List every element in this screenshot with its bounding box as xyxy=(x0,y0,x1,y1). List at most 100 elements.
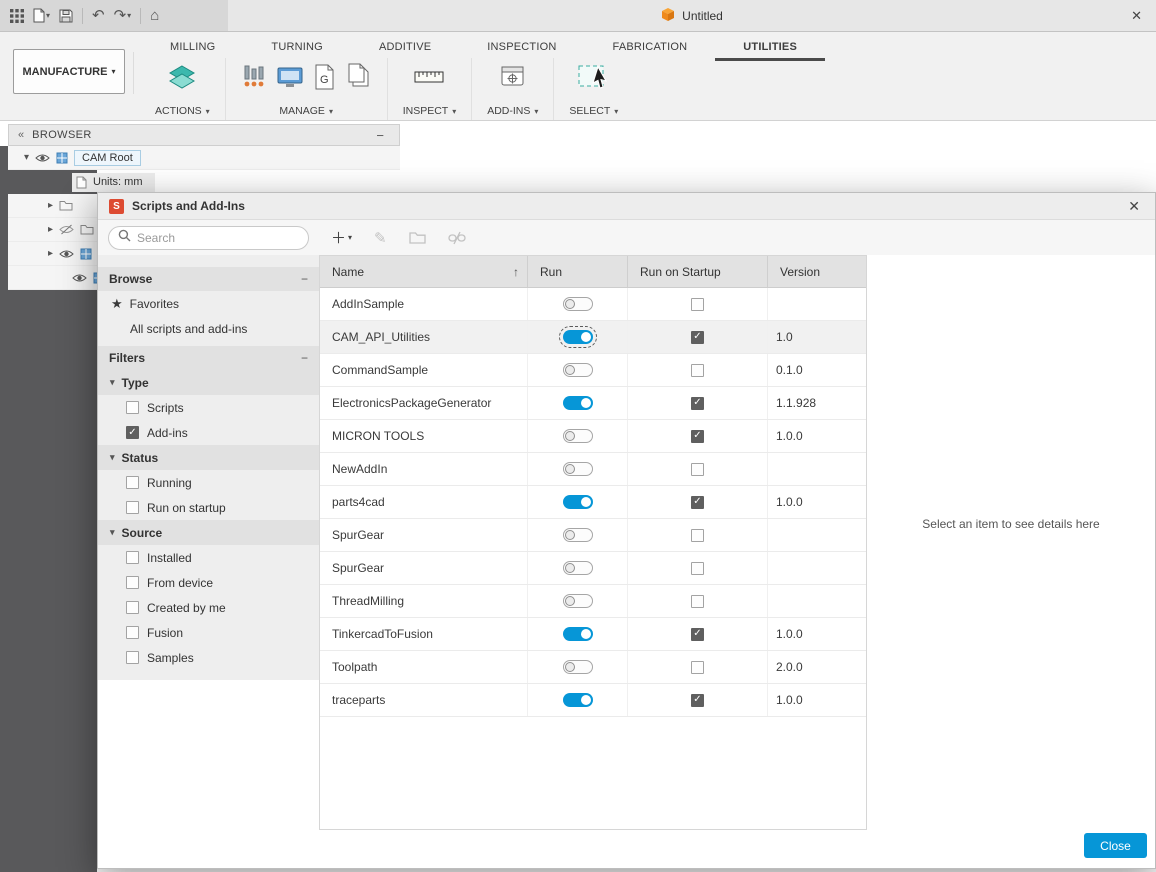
chevron-right-icon[interactable]: ▸ xyxy=(48,248,53,259)
machine-library-icon[interactable] xyxy=(276,63,304,96)
dialog-close-icon[interactable]: ✕ xyxy=(1124,198,1144,215)
file-menu-icon[interactable]: ▾ xyxy=(33,8,50,23)
eye-icon[interactable] xyxy=(59,249,74,259)
checkbox-unchecked-icon[interactable] xyxy=(126,601,139,614)
run-on-startup-checkbox[interactable] xyxy=(691,661,704,674)
close-window-icon[interactable]: ✕ xyxy=(1131,8,1142,24)
column-header-version[interactable]: Version xyxy=(768,256,868,287)
run-toggle[interactable] xyxy=(563,561,593,575)
run-toggle[interactable] xyxy=(563,330,593,344)
redo-icon[interactable]: ↷▾ xyxy=(114,8,132,23)
browse-section-header[interactable]: Browse − xyxy=(98,267,319,291)
actions-group-label[interactable]: ACTIONS▾ xyxy=(155,100,210,120)
checkbox-unchecked-icon[interactable] xyxy=(126,551,139,564)
filter-samples[interactable]: Samples xyxy=(98,645,319,670)
table-row[interactable]: parts4cad✓1.0.0 xyxy=(320,486,866,519)
filter-scripts[interactable]: Scripts xyxy=(98,395,319,420)
ribbon-tab-utilities[interactable]: UTILITIES xyxy=(715,37,825,61)
run-toggle[interactable] xyxy=(563,693,593,707)
eye-icon[interactable] xyxy=(72,273,87,283)
table-row[interactable]: SpurGear xyxy=(320,519,866,552)
edit-script-icon[interactable]: ✎ xyxy=(374,229,387,247)
table-row[interactable]: TinkercadToFusion✓1.0.0 xyxy=(320,618,866,651)
chevron-right-icon[interactable]: ▸ xyxy=(48,224,53,235)
table-row[interactable]: ThreadMilling xyxy=(320,585,866,618)
eye-off-icon[interactable] xyxy=(59,224,74,235)
dialog-titlebar[interactable]: S Scripts and Add-Ins ✕ xyxy=(98,193,1155,220)
measure-ruler-icon[interactable] xyxy=(413,64,445,95)
run-on-startup-checkbox[interactable]: ✓ xyxy=(691,628,704,641)
manage-group-label[interactable]: MANAGE▾ xyxy=(279,100,333,120)
table-row[interactable]: AddInSample xyxy=(320,288,866,321)
collapse-icon[interactable]: − xyxy=(301,272,308,286)
run-toggle[interactable] xyxy=(563,495,593,509)
collapse-panel-icon[interactable]: « xyxy=(18,129,24,141)
inspect-group-label[interactable]: INSPECT▾ xyxy=(403,100,457,120)
table-row[interactable]: Toolpath2.0.0 xyxy=(320,651,866,684)
column-header-run-on-startup[interactable]: Run on Startup xyxy=(628,256,768,287)
column-header-name[interactable]: Name ↑ xyxy=(320,256,528,287)
checkbox-unchecked-icon[interactable] xyxy=(126,501,139,514)
table-row[interactable]: traceparts✓1.0.0 xyxy=(320,684,866,717)
home-icon[interactable]: ⌂ xyxy=(150,8,159,23)
collapse-icon[interactable]: − xyxy=(301,351,308,365)
sidebar-item-all-scripts[interactable]: All scripts and add-ins xyxy=(98,316,319,341)
run-toggle[interactable] xyxy=(563,297,593,311)
run-toggle[interactable] xyxy=(563,660,593,674)
chevron-right-icon[interactable]: ▸ xyxy=(48,200,53,211)
run-on-startup-checkbox[interactable] xyxy=(691,595,704,608)
run-on-startup-checkbox[interactable]: ✓ xyxy=(691,430,704,443)
actions-icon[interactable] xyxy=(166,63,198,96)
run-toggle[interactable] xyxy=(563,396,593,410)
table-row[interactable]: CAM_API_Utilities✓1.0 xyxy=(320,321,866,354)
column-header-run[interactable]: Run xyxy=(528,256,628,287)
run-toggle[interactable] xyxy=(563,594,593,608)
run-on-startup-checkbox[interactable] xyxy=(691,364,704,377)
run-toggle[interactable] xyxy=(563,363,593,377)
table-row[interactable]: SpurGear xyxy=(320,552,866,585)
browser-row[interactable]: ▾CAM Root xyxy=(8,146,400,170)
app-grid-icon[interactable] xyxy=(10,9,24,23)
sidebar-item-favorites[interactable]: ★ Favorites xyxy=(98,291,319,316)
checkbox-unchecked-icon[interactable] xyxy=(126,651,139,664)
run-on-startup-checkbox[interactable] xyxy=(691,529,704,542)
search-input[interactable] xyxy=(137,231,287,245)
table-row[interactable]: ElectronicsPackageGenerator✓1.1.928 xyxy=(320,387,866,420)
run-toggle[interactable] xyxy=(563,528,593,542)
addins-icon[interactable] xyxy=(498,63,528,96)
checkbox-unchecked-icon[interactable] xyxy=(126,476,139,489)
run-on-startup-checkbox[interactable]: ✓ xyxy=(691,694,704,707)
chevron-down-icon[interactable]: ▾ xyxy=(24,152,29,163)
browser-row[interactable]: Units: mm xyxy=(8,170,400,194)
open-folder-icon[interactable] xyxy=(409,231,426,244)
run-toggle[interactable] xyxy=(563,462,593,476)
post-library-icon[interactable]: G xyxy=(313,63,337,96)
unlink-icon[interactable] xyxy=(448,231,466,245)
eye-icon[interactable] xyxy=(35,153,50,163)
save-icon[interactable] xyxy=(59,9,73,23)
templates-icon[interactable] xyxy=(346,63,372,96)
tool-library-icon[interactable] xyxy=(241,63,267,96)
undo-icon[interactable]: ↶ xyxy=(92,8,105,23)
table-row[interactable]: NewAddIn xyxy=(320,453,866,486)
add-script-button[interactable]: ＋▾ xyxy=(331,227,352,248)
checkbox-unchecked-icon[interactable] xyxy=(126,576,139,589)
filter-section-status[interactable]: ▾Status xyxy=(98,445,319,470)
select-group-label[interactable]: SELECT▾ xyxy=(569,100,618,120)
run-toggle[interactable] xyxy=(563,627,593,641)
addins-group-label[interactable]: ADD-INS▾ xyxy=(487,100,538,120)
close-button[interactable]: Close xyxy=(1084,833,1147,858)
checkbox-unchecked-icon[interactable] xyxy=(126,401,139,414)
filter-fusion[interactable]: Fusion xyxy=(98,620,319,645)
filter-run-on-startup[interactable]: Run on startup xyxy=(98,495,319,520)
checkbox-checked-icon[interactable]: ✓ xyxy=(126,426,139,439)
document-tab[interactable]: Untitled xyxy=(661,7,723,25)
run-on-startup-checkbox[interactable] xyxy=(691,298,704,311)
table-row[interactable]: CommandSample0.1.0 xyxy=(320,354,866,387)
run-on-startup-checkbox[interactable]: ✓ xyxy=(691,397,704,410)
select-icon[interactable] xyxy=(576,61,612,98)
run-on-startup-checkbox[interactable]: ✓ xyxy=(691,496,704,509)
filter-add-ins[interactable]: ✓Add-ins xyxy=(98,420,319,445)
filter-from-device[interactable]: From device xyxy=(98,570,319,595)
filter-installed[interactable]: Installed xyxy=(98,545,319,570)
